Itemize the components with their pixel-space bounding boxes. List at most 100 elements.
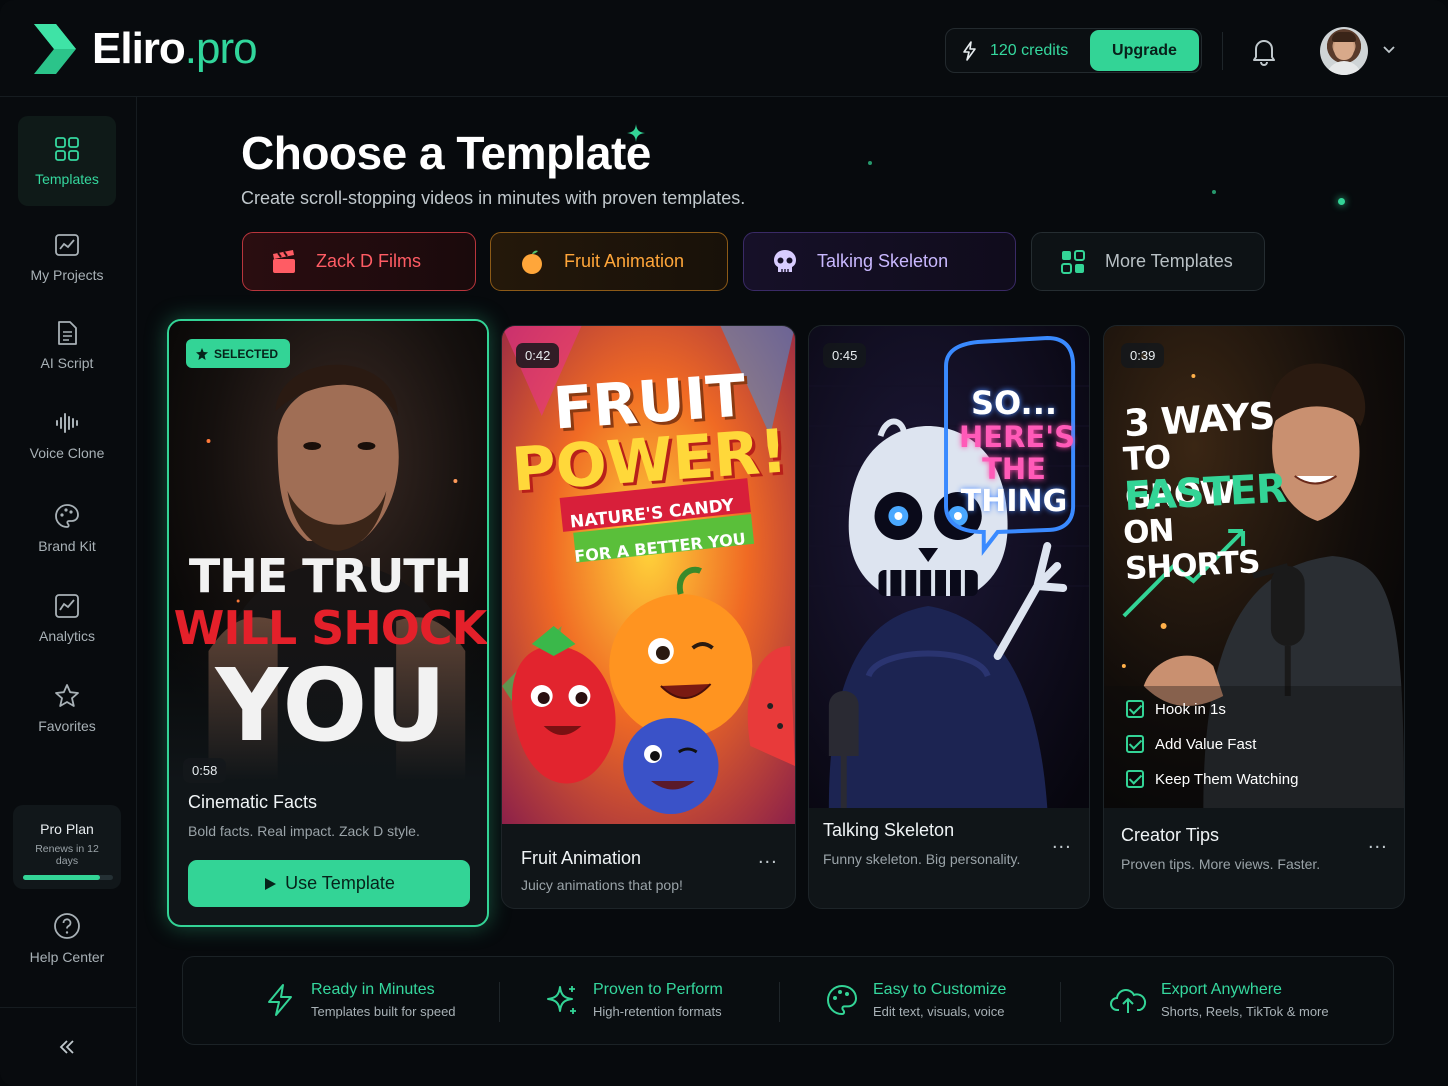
waveform-icon [56,412,78,433]
chevron-down-icon[interactable] [1382,42,1396,56]
feature-divider [779,982,780,1022]
pill-label: Zack D Films [316,251,421,271]
palette-icon [55,503,79,528]
feature-title: Proven to Perform [593,981,723,998]
art-headline-line-4: THING [960,484,1068,519]
plan-renewal: Renews in 12 days [35,843,99,867]
use-template-button[interactable]: Use Template [188,860,470,907]
credits-count: 120 credits [990,41,1069,59]
pro-plan-card[interactable]: Pro Plan Renews in 12 days [13,805,121,889]
avatar[interactable] [1320,27,1368,75]
collapse-sidebar-icon[interactable] [55,1035,79,1059]
card-title: Cinematic Facts [188,792,318,812]
selected-label: SELECTED [214,346,279,361]
logo-main: Eliro [92,24,186,73]
checkbox-checked-icon [1126,735,1144,753]
grid-icon [55,136,79,161]
pill-label: More Templates [1105,251,1233,271]
filter-pill-fruit-animation[interactable]: Fruit Animation [490,232,728,291]
filter-pill-zack-d-films[interactable]: Zack D Films [242,232,476,291]
cloud-upload-icon [1110,989,1147,1013]
feature-divider [1060,982,1061,1022]
feature-desc: Templates built for speed [311,1004,456,1019]
checklist-label: Add Value Fast [1155,735,1257,753]
sidebar-item-my-projects[interactable]: My Projects [18,212,116,302]
card-description: Bold facts. Real impact. Zack D style. [188,823,420,839]
lightning-icon [268,984,292,1016]
page-title: Choose a Template [241,127,651,179]
header-divider [1222,32,1223,70]
more-options-button[interactable]: ... [758,846,778,869]
sidebar-item-ai-script[interactable]: AI Script [18,300,116,390]
plan-progress-bar [23,875,113,880]
card-description: Proven tips. More views. Faster. [1121,856,1321,872]
feature-easy-to-customize: Easy to Customize Edit text, visuals, voi… [825,981,1006,1019]
sidebar-item-templates[interactable]: Templates [18,116,116,206]
more-options-button[interactable]: ... [1368,831,1388,854]
app-window: Eliro.pro 120 credits Upgrade Templates … [0,0,1448,1086]
skull-icon [774,249,796,272]
filter-pill-more-templates[interactable]: More Templates [1031,232,1265,291]
upgrade-button[interactable]: Upgrade [1090,30,1199,71]
bell-icon[interactable] [1250,36,1278,66]
art-headline-line-3: YOU [215,647,446,764]
orange-icon [522,250,542,274]
filter-pill-talking-skeleton[interactable]: Talking Skeleton [743,232,1016,291]
sidebar-item-favorites[interactable]: Favorites [18,663,116,753]
clapperboard-icon [273,249,295,273]
analytics-icon [55,593,79,618]
sparkles-icon [547,986,576,1014]
template-card-talking-skeleton[interactable]: SO... HERE'S THE THING 0:45 Talking Skel… [808,325,1090,909]
star-icon [55,683,79,707]
checklist-item: Add Value Fast [1126,735,1256,753]
pill-label: Fruit Animation [564,251,685,271]
features-bar: Ready in Minutes Templates built for spee… [182,956,1394,1045]
card-description: Juicy animations that pop! [521,877,683,893]
duration-badge: 0:42 [516,343,560,368]
art-headline-line-4: ON SHORTS [1122,512,1261,588]
sparkle-icon [627,124,645,142]
sparkle-bolt-icon [963,40,976,61]
sidebar-item-brand-kit[interactable]: Brand Kit [18,483,116,573]
art-headline-line-3: THE [982,452,1046,486]
help-center[interactable]: Help Center [18,912,116,992]
credits-box: 120 credits Upgrade [945,28,1202,73]
feature-divider [499,982,500,1022]
sidebar-item-label: Voice Clone [29,444,105,461]
star-icon [196,347,208,360]
template-card-creator-tips[interactable]: 3 WAYS TO GROW FASTER ON SHORTS Hook in … [1103,325,1405,909]
art-headline-line-1: THE TRUTH [188,549,472,603]
decor-dot [868,161,872,165]
plan-title: Pro Plan [40,821,94,837]
sidebar-divider [0,1007,137,1008]
checklist-item: Keep Them Watching [1126,770,1298,788]
title-wrap: Choose a Template [241,126,651,180]
checklist-label: Hook in 1s [1155,700,1226,718]
sidebar-item-analytics[interactable]: Analytics [18,573,116,663]
palette-icon [827,984,858,1016]
template-card-cinematic-facts[interactable]: THE TRUTH WILL SHOCK YOU SELECTED 0:58 C… [167,319,489,927]
feature-title: Export Anywhere [1161,981,1282,998]
logo[interactable]: Eliro.pro [30,22,258,76]
template-card-fruit-animation[interactable]: FRUIT POWER! NATURE'S CANDY FOR A BETTER… [501,325,796,909]
feature-desc: High-retention formats [593,1004,722,1019]
decor-dot [1212,190,1216,194]
sidebar-item-voice-clone[interactable]: Voice Clone [18,390,116,480]
card-title: Creator Tips [1121,825,1220,845]
more-options-button[interactable]: ... [1052,831,1072,854]
pill-label: Talking Skeleton [817,251,949,271]
card-title: Talking Skeleton [823,820,955,840]
sidebar-item-label: Analytics [38,627,96,644]
sidebar-item-label: My Projects [30,266,104,283]
sidebar-item-label: Brand Kit [38,537,96,554]
feature-desc: Shorts, Reels, TikTok & more [1161,1004,1329,1019]
logo-text: Eliro.pro [92,24,258,74]
sidebar-item-label: AI Script [40,354,94,371]
sidebar-item-label: Templates [35,170,99,187]
art-headline-line-2: HERE'S [959,420,1075,454]
feature-ready-in-minutes: Ready in Minutes Templates built for spee… [263,981,456,1019]
play-icon [265,877,277,890]
feature-title: Ready in Minutes [311,981,435,998]
card-description: Funny skeleton. Big personality. [823,851,1021,867]
logo-mark-icon [34,24,76,74]
